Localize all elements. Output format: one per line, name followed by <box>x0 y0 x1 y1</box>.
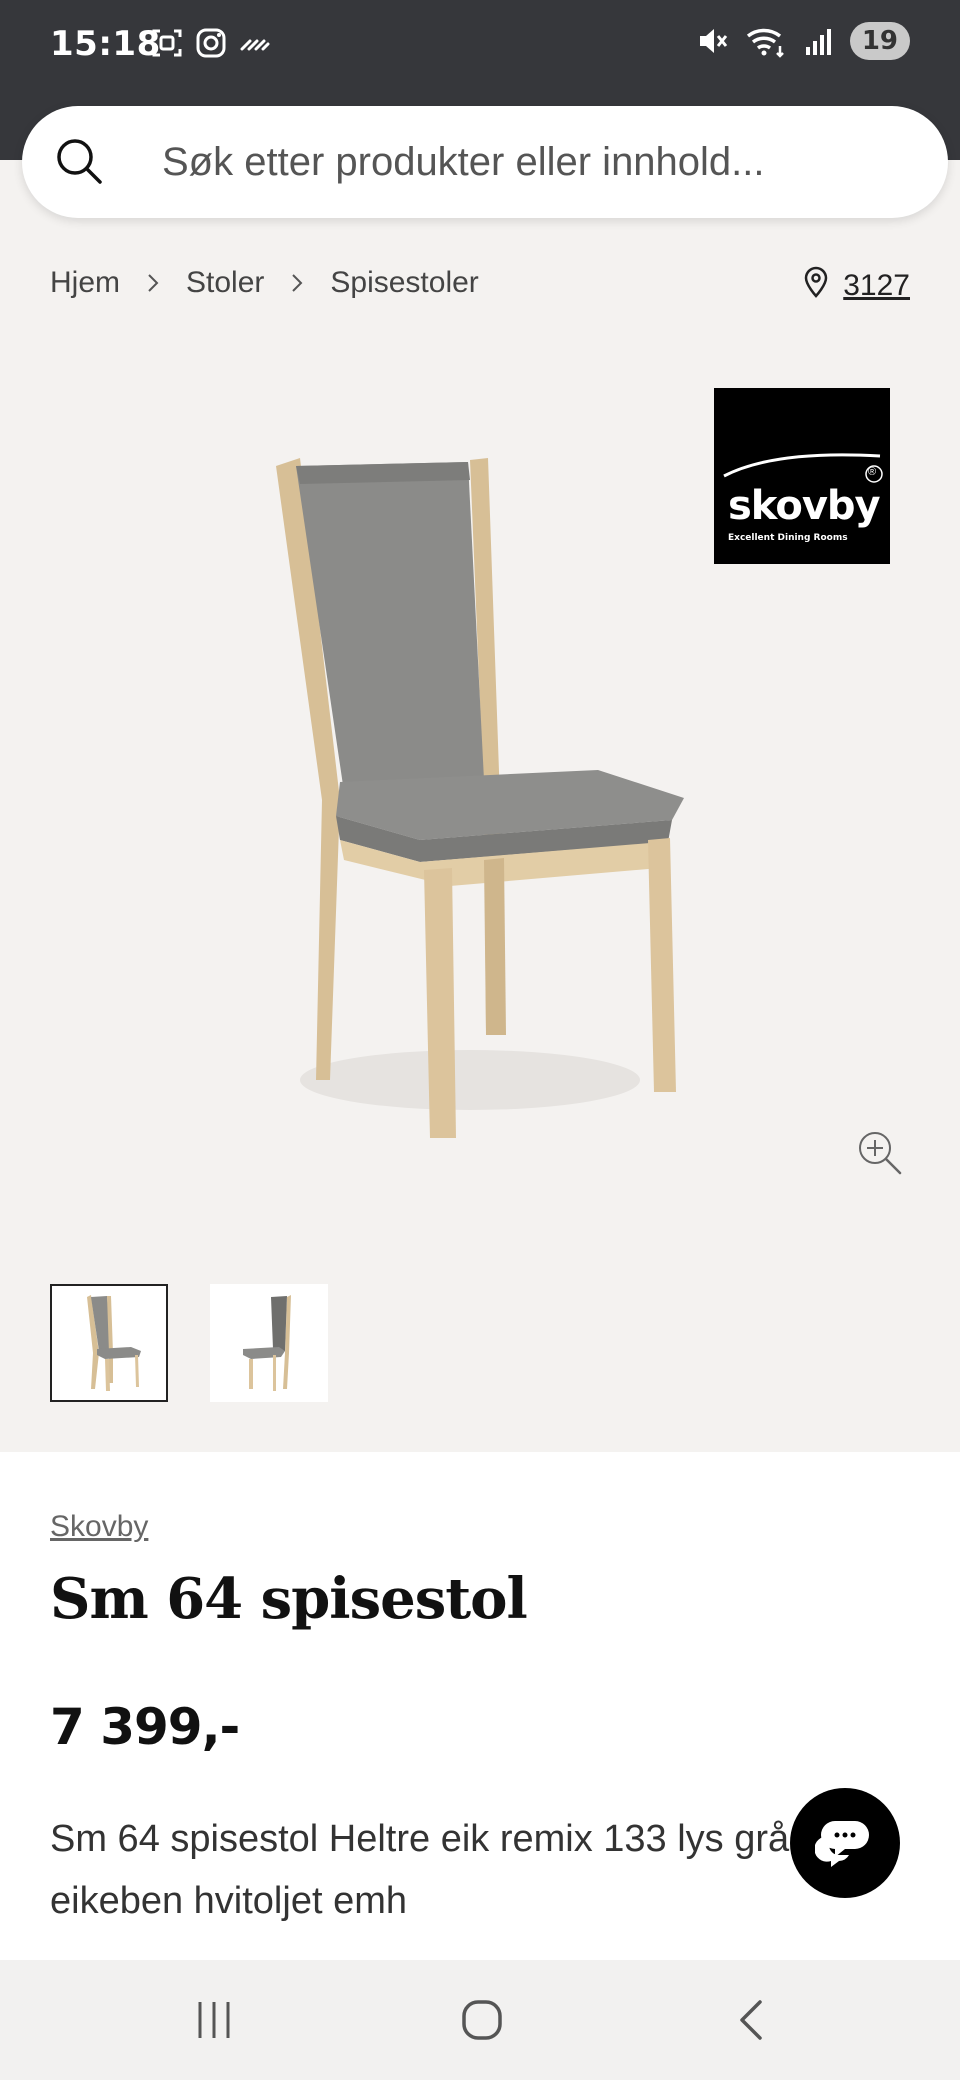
search-icon[interactable] <box>54 136 104 186</box>
thumbnail-list <box>50 1284 328 1402</box>
breadcrumb-item-home[interactable]: Hjem <box>50 266 120 300</box>
instagram-icon <box>194 26 228 60</box>
search-bar[interactable] <box>22 106 948 218</box>
breadcrumb: Hjem Stoler Spisestoler <box>50 266 479 300</box>
chat-button[interactable] <box>790 1788 900 1898</box>
thumbnail-side-view[interactable] <box>210 1284 328 1402</box>
signal-icon <box>802 24 836 58</box>
breadcrumb-item-dining-chairs[interactable]: Spisestoler <box>330 266 478 300</box>
chair-thumbnail-image <box>87 1295 141 1391</box>
brand-logo-tagline: Excellent Dining Rooms <box>728 533 848 543</box>
store-selector[interactable]: 3127 <box>803 266 910 306</box>
chevron-right-icon <box>146 272 160 294</box>
status-system-icons: 19 <box>696 22 910 60</box>
wifi-icon <box>744 24 788 58</box>
product-description: Sm 64 spisestol Heltre eik remix 133 lys… <box>50 1818 874 1922</box>
search-input[interactable] <box>162 132 922 192</box>
back-icon <box>740 2000 762 2040</box>
product-title: Sm 64 spisestol <box>50 1566 528 1632</box>
recent-apps-button[interactable] <box>184 1992 244 2048</box>
registered-mark: ® <box>868 466 877 478</box>
chevron-right-icon <box>290 272 304 294</box>
thumbnail-front-view[interactable] <box>50 1284 168 1402</box>
brand-logo-wordmark: skovby <box>728 483 881 529</box>
status-notification-icons <box>150 26 272 60</box>
activity-icon <box>238 26 272 60</box>
chat-bubbles-icon <box>815 1821 869 1867</box>
breadcrumb-item-chairs[interactable]: Stoler <box>186 266 264 300</box>
zoom-in-icon[interactable] <box>855 1128 905 1178</box>
brand-logo: skovby Excellent Dining Rooms ® <box>714 388 890 564</box>
status-time: 15:18 <box>50 24 161 64</box>
brand-link[interactable]: Skovby <box>50 1510 148 1544</box>
recent-apps-icon <box>198 2002 230 2038</box>
back-button[interactable] <box>722 1992 782 2048</box>
location-pin-icon <box>803 266 829 306</box>
battery-indicator: 19 <box>849 22 910 60</box>
store-number[interactable]: 3127 <box>843 269 910 303</box>
mute-icon <box>696 24 730 58</box>
product-image-gallery[interactable]: skovby Excellent Dining Rooms ® <box>0 320 960 1220</box>
system-navigation-bar <box>0 1960 960 2080</box>
screenshot-icon <box>150 26 184 60</box>
chair-thumbnail-image <box>243 1295 291 1391</box>
product-price: 7 399,- <box>50 1698 240 1756</box>
home-button[interactable] <box>452 1992 512 2048</box>
home-icon <box>462 2000 502 2040</box>
